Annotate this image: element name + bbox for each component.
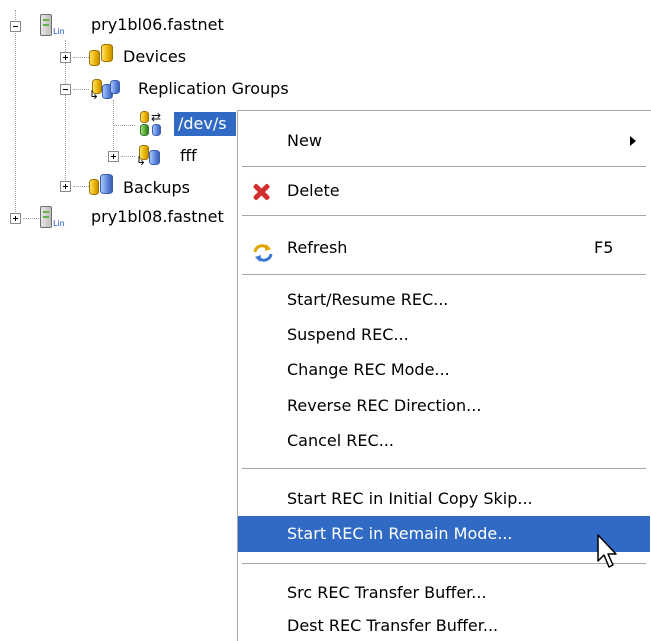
context-menu: New Delete Refresh F5 Start/Resume REC..… (237, 110, 651, 641)
menu-item-start-rec-initial-copy-skip[interactable]: Start REC in Initial Copy Skip... (238, 481, 650, 517)
menu-separator (242, 274, 646, 275)
replication-groups-icon: ↳ (89, 77, 123, 101)
menu-item-label: Dest REC Transfer Buffer... (287, 616, 499, 635)
menu-item-label: Delete (287, 181, 340, 200)
menu-item-suspend-rec[interactable]: Suspend REC... (238, 317, 650, 353)
collapse-toggle-host1[interactable] (10, 21, 21, 32)
tree-connector (113, 125, 135, 126)
delete-icon (252, 183, 270, 201)
expand-toggle-backups[interactable] (60, 181, 71, 192)
menu-item-label: Change REC Mode... (287, 360, 450, 379)
menu-separator (242, 215, 646, 216)
devices-icon (89, 44, 115, 68)
menu-item-cancel-rec[interactable]: Cancel REC... (238, 423, 650, 459)
menu-item-label: Refresh (287, 238, 348, 257)
expand-toggle-fff[interactable] (108, 151, 119, 162)
tree-connector (23, 218, 39, 219)
tree-connector (113, 100, 114, 156)
menu-separator (242, 563, 646, 564)
menu-separator (242, 166, 646, 167)
tree-connector (73, 89, 89, 90)
screen: Lin pry1bl06.fastnet Devices ↳ Replicati… (0, 0, 651, 641)
menu-item-start-resume-rec[interactable]: Start/Resume REC... (238, 282, 650, 318)
menu-item-label: Start/Resume REC... (287, 290, 449, 309)
menu-item-shortcut: F5 (594, 238, 614, 257)
tree-node-backups[interactable]: Backups (123, 176, 190, 200)
menu-item-label: Start REC in Initial Copy Skip... (287, 489, 533, 508)
tree-node-host1[interactable]: pry1bl06.fastnet (91, 13, 224, 37)
menu-item-label: Reverse REC Direction... (287, 396, 482, 415)
backups-icon (89, 174, 117, 198)
menu-item-dest-rec-transfer-buffer[interactable]: Dest REC Transfer Buffer... (238, 608, 650, 641)
menu-item-reverse-rec-direction[interactable]: Reverse REC Direction... (238, 388, 650, 424)
expand-toggle-devices[interactable] (60, 52, 71, 63)
replication-pair-icon: ⇄ (138, 111, 166, 137)
refresh-icon (252, 240, 273, 262)
menu-item-new[interactable]: New (238, 123, 650, 159)
tree-connector (73, 57, 89, 58)
tree-connector (73, 186, 89, 187)
tree-connector (15, 10, 16, 218)
submenu-arrow-icon (630, 136, 636, 146)
tree-connector (121, 156, 135, 157)
tree-node-devices[interactable]: Devices (123, 45, 186, 69)
expand-toggle-host2[interactable] (10, 213, 21, 224)
menu-item-start-rec-remain-mode[interactable]: Start REC in Remain Mode... (238, 516, 650, 552)
tree-node-selected-pair[interactable]: /dev/s (174, 112, 236, 136)
collapse-toggle-replication-groups[interactable] (60, 84, 71, 95)
tree-node-replication-groups[interactable]: Replication Groups (138, 77, 289, 101)
menu-item-label: Suspend REC... (287, 325, 409, 344)
menu-item-label: Start REC in Remain Mode... (287, 524, 513, 543)
menu-item-change-rec-mode[interactable]: Change REC Mode... (238, 352, 650, 388)
server-icon: Lin (40, 206, 70, 230)
menu-item-label: New (287, 131, 322, 150)
tree-node-fff[interactable]: fff (180, 144, 197, 168)
menu-item-delete[interactable]: Delete (238, 173, 650, 209)
mouse-cursor-icon (597, 534, 617, 568)
menu-item-src-rec-transfer-buffer[interactable]: Src REC Transfer Buffer... (238, 575, 650, 611)
menu-item-label: Cancel REC... (287, 431, 394, 450)
menu-item-label: Src REC Transfer Buffer... (287, 583, 487, 602)
server-icon: Lin (40, 14, 70, 38)
menu-separator (242, 468, 646, 469)
menu-item-refresh[interactable]: Refresh F5 (238, 230, 650, 266)
replication-group-icon: ↳ (136, 143, 170, 167)
tree-node-host2[interactable]: pry1bl08.fastnet (91, 205, 236, 229)
